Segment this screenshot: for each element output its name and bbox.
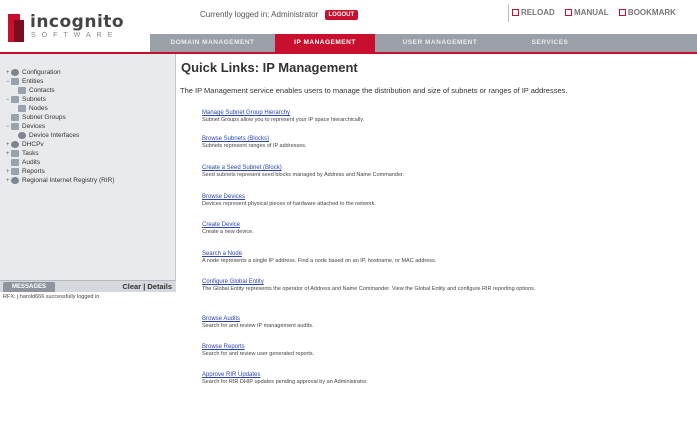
tree-item-reports[interactable]: + Reports	[6, 167, 114, 176]
quick-link-item: Browse Audits Search for and review IP m…	[202, 316, 682, 330]
quick-link-desc: The Global Entity represents the operato…	[202, 286, 536, 292]
tree-item-nodes[interactable]: Nodes	[6, 104, 114, 113]
quick-link[interactable]: Browse Devices	[202, 194, 682, 200]
folder-icon	[11, 122, 19, 130]
tab-user-management[interactable]: USER MANAGEMENT	[375, 34, 505, 52]
folder-icon	[11, 149, 19, 157]
gear-icon	[11, 68, 19, 76]
gear-icon	[18, 131, 26, 139]
quick-link[interactable]: Search a Node	[202, 251, 682, 257]
tree-item-device-interfaces[interactable]: Device Interfaces	[6, 131, 114, 140]
main-tabs: DOMAIN MANAGEMENT IP MANAGEMENT USER MAN…	[150, 34, 697, 52]
quick-link-item: Search a Node A node represents a single…	[202, 251, 682, 265]
quick-link-item: Browse Devices Devices represent physica…	[202, 194, 682, 208]
quick-link[interactable]: Manage Subnet Group Hierarchy	[202, 110, 682, 116]
tab-ip-management[interactable]: IP MANAGEMENT	[275, 34, 375, 52]
nav-tree: + Configuration − Entities Contacts − Subne…	[6, 68, 114, 185]
login-status: Currently logged in: Administrator LOGOU…	[200, 10, 500, 24]
tree-item-devices[interactable]: − Devices	[6, 122, 114, 131]
quick-link-item: Browse Reports Search for and review use…	[202, 344, 682, 358]
header-divider	[508, 4, 509, 22]
intro-text: The IP Management service enables users …	[180, 86, 568, 95]
quick-link-desc: Subnet Groups allow you to represent you…	[202, 117, 365, 123]
tree-item-contacts[interactable]: Contacts	[6, 86, 114, 95]
reload-link[interactable]: RELOAD	[512, 8, 555, 17]
logged-in-text: Currently logged in: Administrator	[200, 10, 319, 20]
clear-link[interactable]: Clear	[122, 282, 141, 291]
gear-icon	[11, 176, 19, 184]
quick-link-desc: Search for and review user generated rep…	[202, 351, 315, 357]
quick-link-desc: Subnets represent ranges of IP addresses…	[202, 143, 307, 149]
app-header: incognito SOFTWARE Currently logged in: …	[0, 0, 697, 52]
quick-link-item: Configure Global Entity The Global Entit…	[202, 279, 682, 293]
logo-mark-shadow	[14, 20, 24, 42]
folder-icon	[11, 158, 19, 166]
tree-item-entities[interactable]: − Entities	[6, 77, 114, 86]
quick-link[interactable]: Browse Audits	[202, 316, 682, 322]
details-link[interactable]: Details	[147, 282, 172, 291]
quick-link-item: Approve RIR Updates Search for RIR DHIP …	[202, 372, 682, 386]
quick-link-desc: A node represents a single IP address. F…	[202, 258, 437, 264]
logout-button[interactable]: LOGOUT	[324, 10, 359, 20]
messages-tab[interactable]: MESSAGES	[3, 282, 55, 292]
quick-link-desc: Seed subnets represent seed blocks manag…	[202, 172, 405, 178]
gear-icon	[11, 140, 19, 148]
logo[interactable]: incognito SOFTWARE	[4, 10, 154, 46]
quick-link[interactable]: Approve RIR Updates	[202, 372, 682, 378]
quick-link-desc: Search for and review IP management audi…	[202, 323, 314, 329]
manual-link[interactable]: MANUAL	[565, 8, 609, 17]
quick-link-desc: Devices represent physical pieces of har…	[202, 201, 376, 207]
tree-item-subnets[interactable]: − Subnets	[6, 95, 114, 104]
logo-tagline: SOFTWARE	[31, 32, 119, 39]
logo-text: incognito	[30, 12, 125, 32]
tree-item-subnet-groups[interactable]: Subnet Groups	[6, 113, 114, 122]
quick-link-item: Browse Subnets (Blocks) Subnets represen…	[202, 136, 682, 150]
tree-item-tasks[interactable]: + Tasks	[6, 149, 114, 158]
quick-link-item: Create Device Create a new device.	[202, 222, 682, 236]
tree-item-dhcpv[interactable]: + DHCPv	[6, 140, 114, 149]
tree-item-configuration[interactable]: + Configuration	[6, 68, 114, 77]
quick-link[interactable]: Browse Subnets (Blocks)	[202, 136, 682, 142]
top-links: RELOAD MANUAL BOOKMARK	[512, 8, 697, 22]
folder-icon	[11, 113, 19, 121]
folder-icon	[11, 95, 19, 103]
messages-header: MESSAGES Clear | Details	[0, 280, 176, 292]
separator: |	[143, 282, 146, 291]
quick-link[interactable]: Browse Reports	[202, 344, 682, 350]
bookmark-link[interactable]: BOOKMARK	[618, 8, 676, 17]
tab-domain-management[interactable]: DOMAIN MANAGEMENT	[150, 34, 275, 52]
quick-link-item: Manage Subnet Group Hierarchy Subnet Gro…	[202, 110, 682, 124]
quick-link[interactable]: Configure Global Entity	[202, 279, 682, 285]
messages-body: RFX: j.harold666 successfully logged in	[0, 292, 176, 421]
tab-services[interactable]: SERVICES	[505, 34, 595, 52]
page-title: Quick Links: IP Management	[181, 60, 358, 75]
folder-icon	[18, 104, 26, 112]
folder-icon	[11, 77, 19, 85]
folder-icon	[18, 86, 26, 94]
quick-link-desc: Search for RIR DHIP updates pending appr…	[202, 379, 368, 385]
tree-item-audits[interactable]: Audits	[6, 158, 114, 167]
quick-link[interactable]: Create a Seed Subnet (Block)	[202, 165, 682, 171]
bookmark-icon	[618, 9, 626, 17]
sidebar: + Configuration − Entities Contacts − Subne…	[0, 54, 176, 421]
quick-link[interactable]: Create Device	[202, 222, 682, 228]
reload-icon	[512, 9, 519, 17]
main-content: Quick Links: IP Management The IP Manage…	[176, 54, 697, 421]
folder-icon	[11, 167, 19, 175]
quick-link-desc: Create a new device.	[202, 229, 254, 235]
manual-icon	[565, 9, 573, 17]
tree-item-rir[interactable]: + Regional Internet Registry (RIR)	[6, 176, 114, 185]
quick-link-item: Create a Seed Subnet (Block) Seed subnet…	[202, 165, 682, 179]
